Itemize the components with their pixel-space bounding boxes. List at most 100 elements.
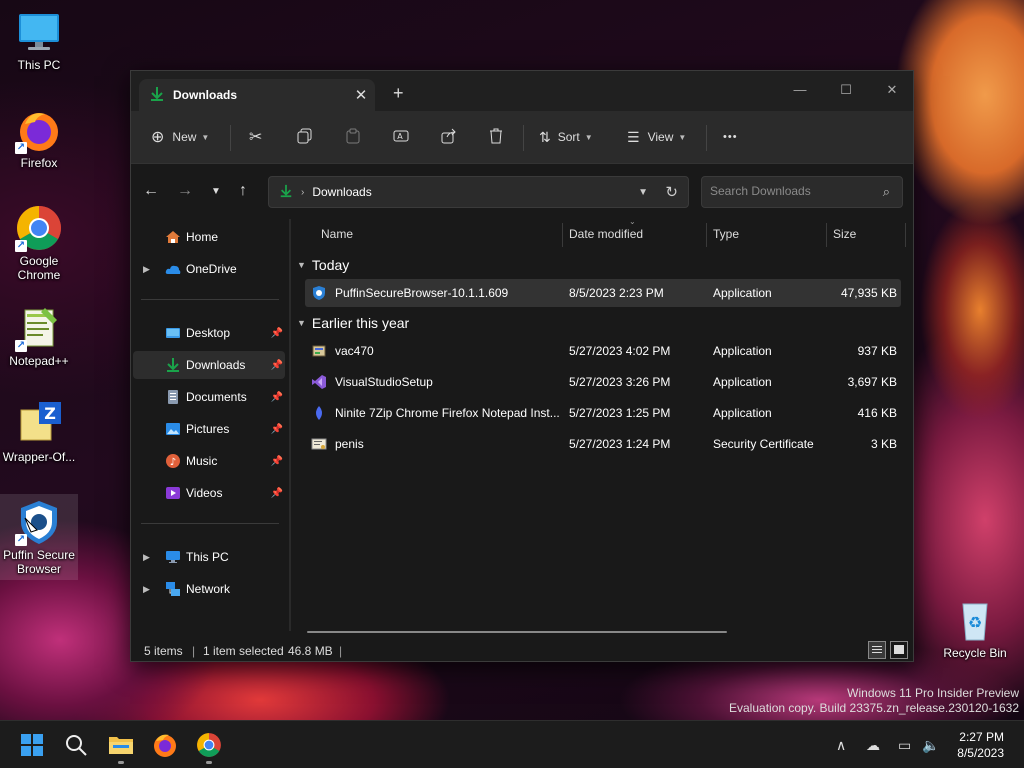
desktop-icon-label: Firefox <box>20 156 58 170</box>
expand-chevron-icon[interactable]: ▶ <box>143 552 150 563</box>
nav-item-music[interactable]: ♪ Music 📌 <box>133 447 285 475</box>
desktop-icon-label: Google Chrome <box>17 254 61 282</box>
desktop-icon-recycle-bin[interactable]: ♻ Recycle Bin <box>936 596 1014 660</box>
file-explorer-icon[interactable] <box>108 733 134 759</box>
file-size: 3,697 KB <box>847 375 897 389</box>
desktop-icon-label: This PC <box>17 58 61 72</box>
onedrive-offline-icon[interactable]: ☁ <box>866 737 880 754</box>
file-row[interactable]: penis 5/27/2023 1:24 PM Security Certifi… <box>305 430 901 458</box>
tab-title: Downloads <box>173 88 238 102</box>
desktop-icon-notepad-plus-plus[interactable]: ↗ Notepad++ <box>0 304 78 368</box>
copy-button[interactable] <box>297 123 313 151</box>
network-status-icon[interactable]: ▭ <box>898 737 911 754</box>
sort-button-label: Sort <box>557 130 580 144</box>
desktop-icon-this-pc[interactable]: This PC <box>0 8 78 72</box>
new-tab-plus-icon[interactable]: + <box>393 83 404 104</box>
clipboard-icon <box>345 128 361 147</box>
column-header-size[interactable]: Size <box>833 219 856 249</box>
nav-item-downloads[interactable]: Downloads 📌 <box>133 351 285 379</box>
breadcrumb-downloads[interactable]: Downloads <box>312 185 371 199</box>
volume-icon[interactable]: 🔈 <box>922 737 939 754</box>
rename-button[interactable]: A <box>393 123 409 151</box>
nav-item-onedrive[interactable]: ▶ OneDrive <box>133 255 285 283</box>
refresh-icon[interactable]: ↻ <box>665 183 678 201</box>
maximize-button[interactable]: ☐ <box>823 75 869 105</box>
more-options-icon: ••• <box>723 131 738 143</box>
horizontal-scrollbar[interactable] <box>307 631 727 633</box>
desktop-icon-puffin-secure-browser[interactable]: ↗ Puffin Secure Browser <box>0 494 78 580</box>
firefox-icon: ↗ <box>15 106 63 154</box>
new-button[interactable]: ⊕ New ▼ <box>151 123 209 151</box>
nav-item-label: OneDrive <box>186 262 237 276</box>
file-row[interactable]: Ninite 7Zip Chrome Firefox Notepad Inst.… <box>305 399 901 427</box>
nav-item-this-pc[interactable]: ▶ This PC <box>133 543 285 571</box>
recycle-bin-icon: ♻ <box>951 596 999 644</box>
see-more-button[interactable]: ••• <box>723 123 738 151</box>
up-arrow-icon[interactable]: ↑ <box>239 182 247 200</box>
pin-icon[interactable]: 📌 <box>271 456 283 467</box>
sort-button[interactable]: ⇅ Sort ▼ <box>539 123 593 151</box>
chrome-icon[interactable] <box>196 732 222 758</box>
column-header-date-modified[interactable]: Date modified <box>569 219 643 249</box>
column-header-type[interactable]: Type <box>713 219 739 249</box>
desktop-icon-firefox[interactable]: ↗ Firefox <box>0 106 78 170</box>
details-view-button[interactable] <box>868 641 886 659</box>
search-input[interactable] <box>710 177 870 205</box>
file-row[interactable]: PuffinSecureBrowser-10.1.1.609 8/5/2023 … <box>305 279 901 307</box>
nav-item-home[interactable]: Home <box>133 223 285 251</box>
column-header-name[interactable]: Name <box>321 219 353 249</box>
file-name: PuffinSecureBrowser-10.1.1.609 <box>335 286 509 300</box>
file-date: 5/27/2023 4:02 PM <box>569 344 671 358</box>
column-divider[interactable] <box>562 223 563 247</box>
forward-arrow-icon[interactable]: → <box>177 182 193 200</box>
minimize-button[interactable]: — <box>777 75 823 105</box>
address-dropdown-chevron-icon[interactable]: ▼ <box>638 187 648 198</box>
expand-chevron-icon[interactable]: ▶ <box>143 264 150 275</box>
nav-item-network[interactable]: ▶ Network <box>133 575 285 603</box>
large-icons-view-button[interactable] <box>890 641 908 659</box>
column-divider[interactable] <box>826 223 827 247</box>
delete-button[interactable] <box>488 123 504 151</box>
tab-downloads[interactable]: Downloads ✕ <box>139 79 375 111</box>
group-header-earlier-this-year[interactable]: ▼ Earlier this year <box>297 315 409 331</box>
group-header-today[interactable]: ▼ Today <box>297 257 349 273</box>
pin-icon[interactable]: 📌 <box>271 392 283 403</box>
recent-locations-chevron-icon[interactable]: ▼ <box>211 186 221 197</box>
nav-item-videos[interactable]: Videos 📌 <box>133 479 285 507</box>
pin-icon[interactable]: 📌 <box>271 424 283 435</box>
item-count: 5 items <box>144 644 183 658</box>
nav-item-pictures[interactable]: Pictures 📌 <box>133 415 285 443</box>
start-windows-icon[interactable] <box>20 733 46 759</box>
nav-divider <box>141 523 279 524</box>
pin-icon[interactable]: 📌 <box>271 328 283 339</box>
expand-chevron-icon[interactable]: ▶ <box>143 584 150 595</box>
pin-icon[interactable]: 📌 <box>271 488 283 499</box>
taskbar-clock[interactable]: 2:27 PM 8/5/2023 <box>957 729 1004 761</box>
column-divider[interactable] <box>706 223 707 247</box>
nav-item-label: Network <box>186 582 231 596</box>
status-divider: | <box>339 644 343 658</box>
back-arrow-icon[interactable]: ← <box>143 182 159 200</box>
file-date: 5/27/2023 1:24 PM <box>569 437 671 451</box>
close-window-button[interactable]: ✕ <box>869 75 915 105</box>
desktop-icon-google-chrome[interactable]: ↗ Google Chrome <box>0 204 78 282</box>
file-row[interactable]: VisualStudioSetup 5/27/2023 3:26 PM Appl… <box>305 368 901 396</box>
close-tab-icon[interactable]: ✕ <box>347 86 375 104</box>
nav-item-documents[interactable]: Documents 📌 <box>133 383 285 411</box>
search-box[interactable]: ⌕ <box>701 176 903 208</box>
share-button[interactable] <box>441 123 457 151</box>
address-bar[interactable]: › Downloads ▼ ↻ <box>268 176 689 208</box>
pin-icon[interactable]: 📌 <box>271 360 283 371</box>
view-button[interactable]: ☰ View ▼ <box>627 123 686 151</box>
search-icon[interactable] <box>64 733 90 759</box>
desktop-icon-wrapper[interactable]: Z Wrapper-Of... <box>0 400 78 464</box>
column-divider[interactable] <box>905 223 906 247</box>
show-hidden-icons-chevron-icon[interactable]: ∧ <box>836 737 846 754</box>
paste-button[interactable] <box>345 123 361 151</box>
file-row[interactable]: vac470 5/27/2023 4:02 PM Application 937… <box>305 337 901 365</box>
firefox-icon[interactable] <box>152 732 178 758</box>
cut-button[interactable]: ✂ <box>249 123 262 151</box>
home-icon <box>165 229 181 245</box>
svg-text:♻: ♻ <box>968 613 982 632</box>
nav-item-desktop[interactable]: Desktop 📌 <box>133 319 285 347</box>
